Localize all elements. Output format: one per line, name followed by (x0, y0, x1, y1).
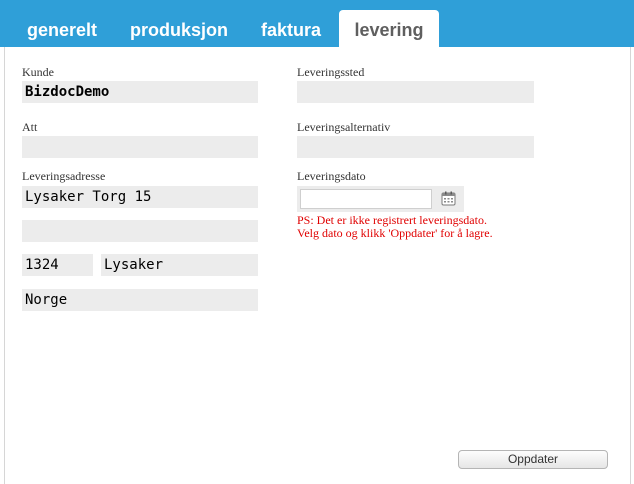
postal-city-field[interactable]: Lysaker (101, 254, 258, 276)
address-line1-field[interactable]: Lysaker Torg 15 (22, 186, 258, 208)
tab-produksjon[interactable]: produksjon (120, 10, 238, 47)
delivery-panel (4, 47, 631, 484)
tab-generelt[interactable]: generelt (14, 10, 110, 47)
address-line2-field[interactable] (22, 220, 258, 242)
leveringsalternativ-field[interactable] (297, 136, 534, 158)
kunde-label: Kunde (22, 65, 54, 79)
date-field-wrapper (297, 186, 464, 212)
leveringssted-field[interactable] (297, 81, 534, 103)
kunde-field[interactable]: BizdocDemo (22, 81, 258, 103)
att-label: Att (22, 120, 38, 134)
tab-bar: generelt produksjon faktura levering (0, 0, 634, 47)
leveringsadresse-label: Leveringsadresse (22, 169, 106, 183)
update-button[interactable]: Oppdater (458, 450, 608, 469)
tab-faktura[interactable]: faktura (250, 10, 332, 47)
calendar-icon[interactable] (441, 191, 456, 206)
country-field[interactable]: Norge (22, 289, 258, 311)
warning-line-2: Velg dato og klikk 'Oppdater' for å lagr… (297, 226, 493, 240)
leveringsalternativ-label: Leveringsalternativ (297, 120, 391, 134)
tab-levering[interactable]: levering (339, 10, 439, 47)
missing-date-warning: PS: Det er ikke registrert leveringsdato… (297, 214, 493, 240)
leveringsdato-input[interactable] (300, 189, 432, 209)
postal-code-field[interactable]: 1324 (22, 254, 93, 276)
att-field[interactable] (22, 136, 258, 158)
leveringssted-label: Leveringssted (297, 65, 365, 79)
leveringsdato-label: Leveringsdato (297, 169, 366, 183)
